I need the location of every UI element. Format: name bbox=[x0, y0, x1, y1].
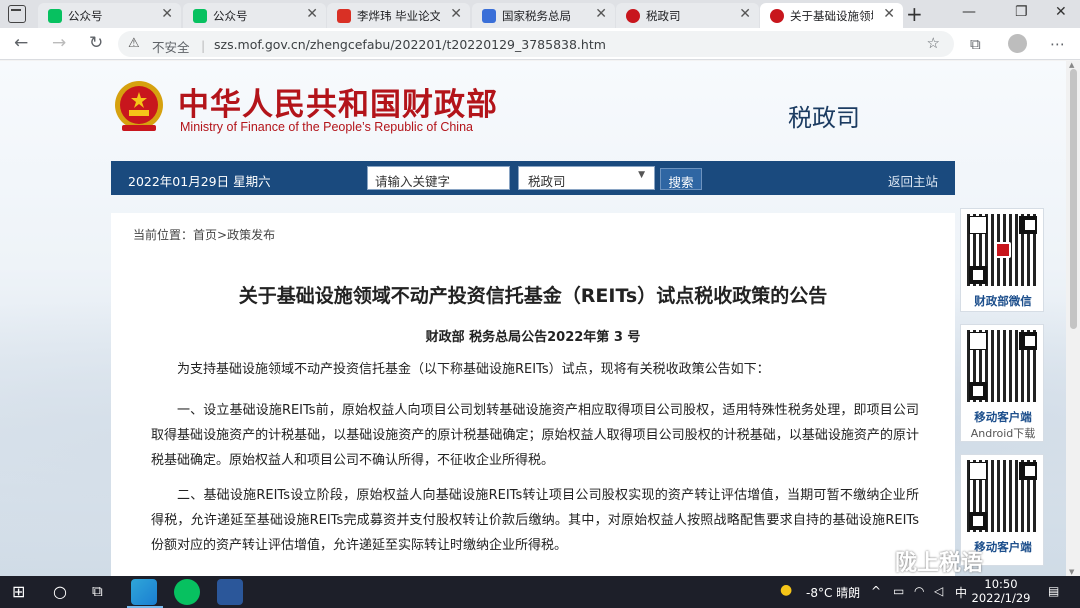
notification-icon[interactable]: ▤ bbox=[1048, 584, 1059, 598]
tab-actions-icon[interactable] bbox=[8, 5, 26, 23]
clock-time: 10:50 bbox=[984, 577, 1018, 591]
back-icon[interactable]: ← bbox=[14, 33, 28, 53]
close-icon[interactable]: ✕ bbox=[883, 6, 895, 22]
breadcrumb: 当前位置：首页>政策发布 bbox=[133, 226, 275, 243]
qr-code-icon bbox=[967, 460, 1039, 532]
article-paragraph: 一、设立基础设施REITs前，原始权益人向项目公司划转基础设施资产相应取得项目公… bbox=[151, 403, 919, 468]
warning-icon[interactable]: ⚠ bbox=[128, 36, 140, 51]
tab-title: 国家税务总局 bbox=[502, 9, 571, 23]
breadcrumb-separator: > bbox=[217, 228, 228, 242]
new-tab-icon[interactable]: + bbox=[906, 2, 923, 26]
security-label[interactable]: 不安全 bbox=[152, 37, 190, 56]
close-icon[interactable]: ✕ bbox=[739, 6, 751, 22]
more-menu-icon[interactable]: ⋯ bbox=[1050, 35, 1065, 53]
windows-start-icon[interactable]: ⊞ bbox=[12, 582, 25, 601]
input-method-indicator[interactable]: 中 bbox=[955, 584, 967, 601]
web-page: 中华人民共和国财政部 Ministry of Finance of the Pe… bbox=[0, 61, 1066, 576]
volume-icon[interactable]: ◁ bbox=[934, 584, 943, 598]
network-icon[interactable]: ◠ bbox=[914, 584, 924, 598]
site-nav-band: 2022年01月29日 星期六 请输入关键字 税政司 ▼ 搜索 返回主站 bbox=[111, 161, 955, 195]
watermark-text: 陇上税语 bbox=[895, 551, 984, 576]
tax-bureau-icon bbox=[482, 9, 496, 23]
battery-icon[interactable]: ▭ bbox=[893, 584, 904, 598]
word-app-icon[interactable] bbox=[217, 579, 243, 605]
close-window-icon[interactable]: ✕ bbox=[1055, 4, 1067, 20]
forward-icon[interactable]: → bbox=[52, 33, 66, 53]
site-name-cn: 中华人民共和国财政部 bbox=[178, 87, 498, 123]
close-icon[interactable]: ✕ bbox=[161, 6, 173, 22]
section-select-value: 税政司 bbox=[528, 174, 566, 189]
profile-avatar[interactable] bbox=[1008, 34, 1027, 53]
scroll-up-icon[interactable]: ▲ bbox=[1069, 61, 1074, 69]
close-icon[interactable]: ✕ bbox=[306, 6, 318, 22]
scrollbar-thumb[interactable] bbox=[1070, 69, 1077, 329]
emblem-icon bbox=[995, 242, 1011, 258]
windows-taskbar: ⊞ ○ ⧉ ● -8°C 晴朗 ^ ▭ ◠ ◁ 中 10:50 2022/1/2… bbox=[0, 576, 1080, 608]
reload-icon[interactable]: ↻ bbox=[89, 33, 103, 53]
qr-code-icon bbox=[967, 330, 1039, 402]
collections-icon[interactable]: ⧉ bbox=[970, 35, 981, 53]
chevron-down-icon: ▼ bbox=[638, 170, 645, 180]
tab-title: 公众号 bbox=[213, 9, 248, 23]
tab-title: 李烨玮 毕业论文初稿 bbox=[357, 9, 440, 23]
android-qr-card[interactable]: 移动客户端 Android下载 bbox=[960, 324, 1044, 442]
address-divider: | bbox=[201, 38, 206, 53]
browser-tab[interactable]: 公众号 ✕ bbox=[38, 3, 181, 28]
emblem-icon bbox=[626, 9, 640, 23]
wechat-icon bbox=[193, 9, 207, 23]
wechat-icon bbox=[48, 9, 62, 23]
clock-date: 2022/1/29 bbox=[971, 591, 1031, 605]
edge-app-icon[interactable] bbox=[131, 579, 157, 605]
department-title: 税政司 bbox=[788, 104, 860, 132]
wechat-app-icon[interactable] bbox=[174, 579, 200, 605]
tray-chevron-icon[interactable]: ^ bbox=[871, 584, 881, 598]
search-button[interactable]: 搜索 bbox=[660, 168, 702, 190]
qr-label: 移动客户端 bbox=[974, 410, 1032, 424]
close-icon[interactable]: ✕ bbox=[595, 6, 607, 22]
breadcrumb-prefix: 当前位置： bbox=[133, 228, 194, 242]
article-panel: 当前位置：首页>政策发布 关于基础设施领域不动产投资信托基金（REITs）试点税… bbox=[111, 213, 955, 576]
browser-tab[interactable]: 税政司 ✕ bbox=[616, 3, 759, 28]
article-paragraph: 二、基础设施REITs设立阶段，原始权益人向基础设施REITs转让项目公司股权实… bbox=[151, 488, 919, 553]
article-paragraph: 为支持基础设施领域不动产投资信托基金（以下称基础设施REITs）试点，现将有关税… bbox=[177, 362, 770, 377]
qr-label: 财政部微信 bbox=[974, 294, 1032, 308]
site-name-en: Ministry of Finance of the People’s Repu… bbox=[180, 120, 473, 134]
address-bar[interactable]: ⚠ 不安全 | szs.mof.gov.cn/zhengcefabu/20220… bbox=[118, 31, 954, 57]
qr-sublabel: Android下载 bbox=[970, 427, 1036, 440]
browser-toolbar: ← → ↻ ⚠ 不安全 | szs.mof.gov.cn/zhengcefabu… bbox=[0, 28, 1080, 60]
article-title: 关于基础设施领域不动产投资信托基金（REITs）试点税收政策的公告 bbox=[238, 285, 828, 307]
tab-title: 税政司 bbox=[646, 9, 681, 23]
search-circle-icon[interactable]: ○ bbox=[53, 582, 67, 601]
tab-title: 公众号 bbox=[68, 9, 103, 23]
breadcrumb-home-link[interactable]: 首页 bbox=[193, 228, 217, 242]
current-date: 2022年01月29日 星期六 bbox=[128, 174, 271, 189]
restore-icon[interactable]: ❐ bbox=[1015, 4, 1028, 20]
qr-code-icon bbox=[967, 214, 1039, 286]
browser-tab-bar: 公众号 ✕ 公众号 ✕ 李烨玮 毕业论文初稿 ✕ 国家税务总局 ✕ 税政司 ✕ … bbox=[0, 0, 1080, 28]
pdf-icon bbox=[337, 9, 351, 23]
url-text[interactable]: szs.mof.gov.cn/zhengcefabu/202201/t20220… bbox=[214, 37, 606, 52]
weather-text[interactable]: -8°C 晴朗 bbox=[806, 584, 860, 601]
wechat-qr-card[interactable]: 财政部微信 bbox=[960, 208, 1044, 312]
keyword-search-input[interactable]: 请输入关键字 bbox=[367, 166, 510, 190]
document-number: 财政部 税务总局公告2022年第 3 号 bbox=[425, 330, 641, 345]
browser-tab-active[interactable]: 关于基础设施领域不动产 ✕ bbox=[760, 3, 903, 28]
return-home-link[interactable]: 返回主站 bbox=[888, 171, 938, 190]
task-view-icon[interactable]: ⧉ bbox=[92, 582, 103, 600]
browser-tab[interactable]: 公众号 ✕ bbox=[183, 3, 326, 28]
tab-title: 关于基础设施领域不动产 bbox=[790, 9, 873, 23]
close-icon[interactable]: ✕ bbox=[450, 6, 462, 22]
page-scrollbar[interactable]: ▲ ▼ bbox=[1066, 61, 1080, 576]
browser-tab[interactable]: 李烨玮 毕业论文初稿 ✕ bbox=[327, 3, 470, 28]
browser-tab[interactable]: 国家税务总局 ✕ bbox=[472, 3, 615, 28]
favorite-star-icon[interactable]: ☆ bbox=[927, 34, 940, 52]
weather-sun-icon[interactable]: ● bbox=[780, 582, 792, 598]
national-emblem-icon bbox=[115, 81, 163, 131]
emblem-icon bbox=[770, 9, 784, 23]
minimize-icon[interactable]: — bbox=[962, 4, 976, 20]
system-clock[interactable]: 10:50 2022/1/29 bbox=[970, 577, 1032, 605]
section-select[interactable]: 税政司 ▼ bbox=[518, 166, 655, 190]
scroll-down-icon[interactable]: ▼ bbox=[1069, 568, 1074, 576]
breadcrumb-section-link[interactable]: 政策发布 bbox=[227, 228, 275, 242]
